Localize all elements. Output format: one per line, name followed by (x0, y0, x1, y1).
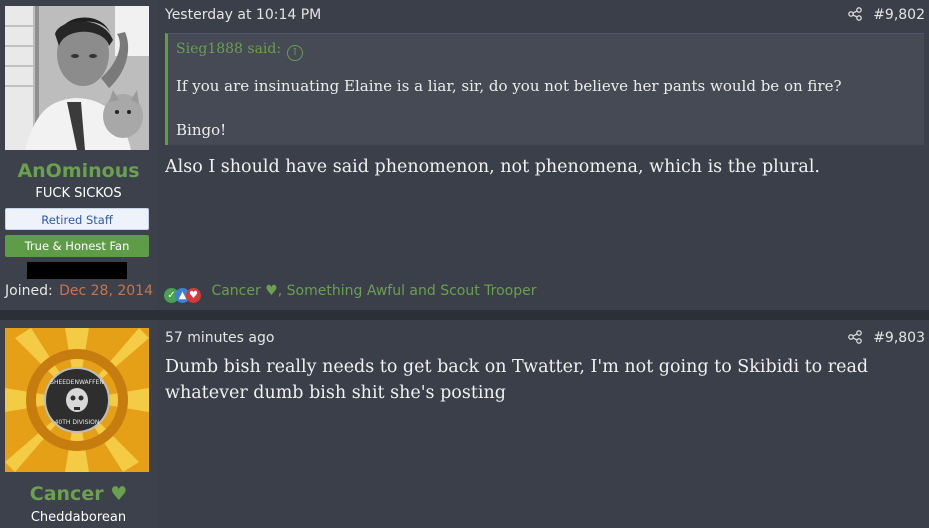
post-9802: AnOminous FUCK SICKOS Retired Staff True… (0, 0, 929, 310)
redacted-bar (27, 262, 127, 279)
avatar[interactable] (5, 6, 149, 150)
user-title: Cheddaborean (30, 510, 127, 525)
post-9803: SHEEDENWAFFEN 40TH DIVISION Cancer ♥ Che… (0, 320, 929, 528)
post-main: Yesterday at 10:14 PM #9,802 Sieg1888 sa… (157, 0, 929, 310)
post-time[interactable]: Yesterday at 10:14 PM (165, 7, 321, 23)
username[interactable]: Cancer ♥ (0, 483, 157, 505)
quote-line: If you are insinuating Elaine is a liar,… (176, 77, 842, 95)
reactions-bar[interactable]: ✓ ▲ ♥ Cancer ♥, Something Awful and Scout … (164, 283, 537, 303)
post-time[interactable]: 57 minutes ago (165, 330, 274, 346)
username[interactable]: AnOminous (0, 160, 157, 182)
joined-info: Joined: Dec 28, 2014 (5, 283, 153, 299)
quote-block: Sieg1888 said: ↑ If you are insinuating E… (165, 33, 924, 145)
post-meta-right: #9,803 (847, 330, 925, 346)
user-sidebar: AnOminous FUCK SICKOS Retired Staff True… (0, 0, 157, 310)
post-main: 57 minutes ago #9,803 Dumb bish really n… (157, 320, 929, 528)
reaction-users[interactable]: Cancer ♥, Something Awful and Scout Troo… (211, 283, 536, 299)
avatar[interactable]: SHEEDENWAFFEN 40TH DIVISION (5, 328, 149, 472)
banner-true-honest-fan: True & Honest Fan (5, 235, 149, 257)
quote-author[interactable]: Sieg1888 said: (176, 41, 281, 57)
post-number[interactable]: #9,802 (873, 7, 925, 23)
post-separator (0, 310, 929, 320)
joined-label: Joined: (5, 283, 53, 299)
post-number[interactable]: #9,803 (873, 330, 925, 346)
post-body: Dumb bish really needs to get back on Tw… (165, 357, 869, 403)
post-body: Also I should have said phenomenon, not … (165, 157, 820, 177)
user-title: FUCK SICKOS (35, 186, 122, 201)
quote-line: Bingo! (176, 121, 227, 139)
reaction-heart-icon: ♥ (186, 288, 201, 303)
share-icon[interactable] (847, 7, 863, 21)
avatar-text-bottom: 40TH DIVISION (55, 419, 100, 426)
avatar-text-top: SHEEDENWAFFEN (50, 379, 104, 386)
quote-header[interactable]: Sieg1888 said: ↑ (176, 41, 304, 61)
share-icon[interactable] (847, 330, 863, 344)
user-sidebar: SHEEDENWAFFEN 40TH DIVISION Cancer ♥ Che… (0, 320, 157, 528)
quote-jump-icon[interactable]: ↑ (287, 45, 304, 61)
banner-retired-staff: Retired Staff (5, 208, 149, 230)
post-meta-right: #9,802 (847, 7, 925, 23)
joined-date: Dec 28, 2014 (59, 283, 153, 299)
